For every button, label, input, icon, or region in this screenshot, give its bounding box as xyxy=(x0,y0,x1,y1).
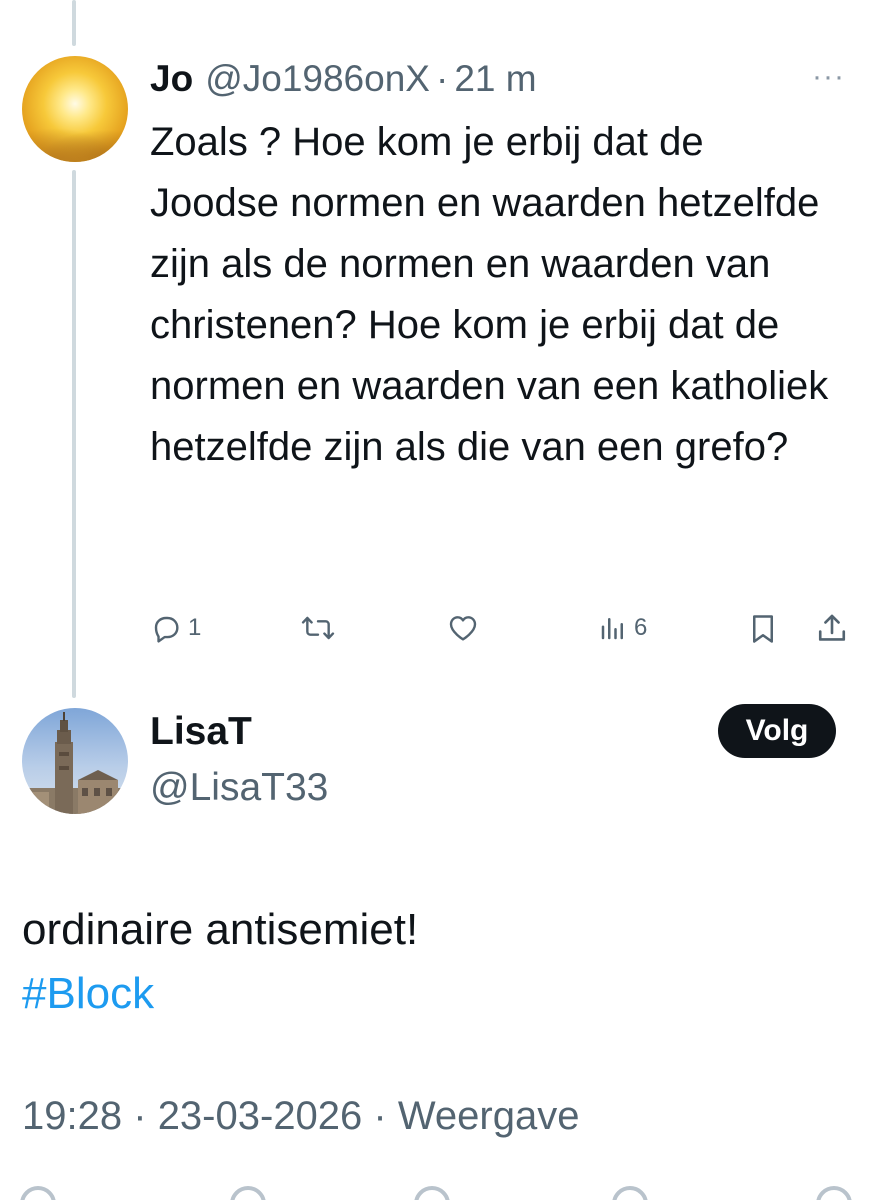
avatar-jo[interactable] xyxy=(22,56,128,162)
more-icon[interactable]: ··· xyxy=(812,62,845,92)
share-icon[interactable] xyxy=(816,1186,852,1200)
tweet-metadata: 19:28 · 23-03-2026 · Weergave xyxy=(22,1088,579,1144)
avatar-lisat[interactable] xyxy=(22,708,128,814)
tweet-date[interactable]: 23-03-2026 xyxy=(158,1094,363,1138)
avatar-cloud xyxy=(22,122,128,162)
like-icon xyxy=(449,616,477,641)
views-button[interactable]: 6 xyxy=(598,612,647,644)
tweet-time[interactable]: 19:28 xyxy=(22,1094,122,1138)
separator: · xyxy=(435,58,449,99)
like-button[interactable] xyxy=(446,612,480,644)
share-button[interactable] xyxy=(816,612,848,646)
views-icon xyxy=(601,618,623,640)
parent-tweet-header: Jo @Jo1986onX · 21 m xyxy=(150,50,850,108)
bottom-action-bar xyxy=(0,1180,873,1200)
meta-separator: · xyxy=(133,1094,147,1138)
main-author-name[interactable]: LisaT xyxy=(150,708,252,756)
retweet-button[interactable] xyxy=(300,612,336,644)
thread-line-top xyxy=(72,0,76,46)
bookmark-icon[interactable] xyxy=(612,1186,648,1200)
reply-icon xyxy=(154,616,179,643)
meta-separator: · xyxy=(373,1094,387,1138)
follow-button[interactable]: Volg xyxy=(718,704,836,758)
reply-count: 1 xyxy=(188,614,202,641)
like-icon[interactable] xyxy=(414,1186,450,1200)
share-icon xyxy=(818,614,846,641)
church-tower-image xyxy=(22,712,128,814)
retweet-icon xyxy=(301,616,335,640)
views-label[interactable]: Weergave xyxy=(398,1094,580,1138)
views-count: 6 xyxy=(634,614,648,641)
tweet-time[interactable]: 21 m xyxy=(454,50,536,108)
reply-button[interactable]: 1 xyxy=(150,612,201,644)
bookmark-icon xyxy=(753,615,773,643)
reply-icon[interactable] xyxy=(20,1186,56,1200)
main-tweet-text: ordinaire antisemiet! xyxy=(22,905,419,954)
bookmark-button[interactable] xyxy=(748,612,778,646)
hashtag-link[interactable]: #Block xyxy=(22,962,154,1026)
author-handle[interactable]: @Jo1986onX xyxy=(205,50,430,108)
main-author-handle[interactable]: @LisaT33 xyxy=(150,764,328,812)
parent-tweet-text: Zoals ? Hoe kom je erbij dat de Joodse n… xyxy=(150,120,829,469)
author-name[interactable]: Jo xyxy=(150,50,193,108)
retweet-icon[interactable] xyxy=(230,1186,266,1200)
tweet-actions: 1 6 xyxy=(0,612,873,656)
